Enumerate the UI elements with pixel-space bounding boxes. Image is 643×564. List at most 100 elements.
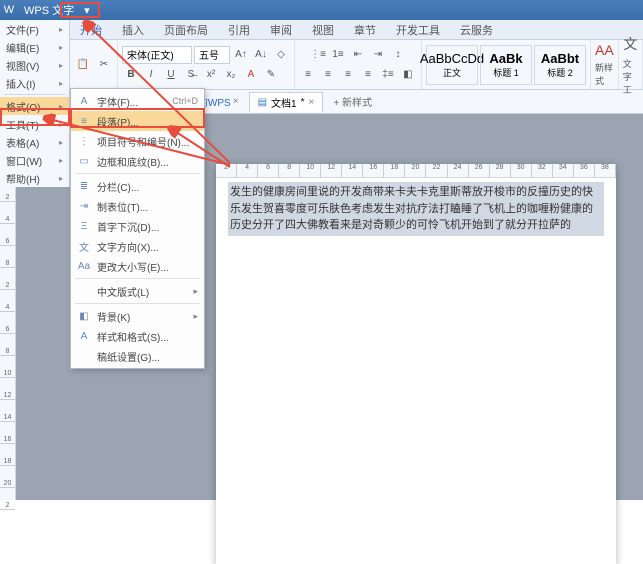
file-menu-item[interactable]: 格式(O)▸	[0, 97, 69, 115]
main-tab-0[interactable]: 开始	[70, 20, 112, 39]
submenu-item[interactable]: A字体(F)...Ctrl+D	[71, 91, 204, 111]
bold-icon[interactable]: B	[122, 66, 140, 84]
grow-font-icon[interactable]: A↑	[232, 46, 250, 64]
file-menu-item[interactable]: 表格(A)▸	[0, 133, 69, 151]
menu-item-icon: ◧	[77, 311, 91, 322]
doc-dirty-icon: *	[301, 97, 305, 108]
file-menu-item[interactable]: 帮助(H)▸	[0, 169, 69, 187]
plus-icon: +	[333, 98, 339, 109]
horizontal-ruler: 2468101214161820222426283032343638	[216, 164, 616, 178]
main-tab-7[interactable]: 开发工具	[386, 20, 450, 39]
new-style-icon[interactable]: AA	[595, 42, 614, 58]
file-menu-item[interactable]: 工具(T)▸	[0, 115, 69, 133]
submenu-item[interactable]: Ξ首字下沉(D)...	[71, 216, 204, 236]
sub-icon[interactable]: x₂	[222, 66, 240, 84]
chevron-right-icon: ▸	[59, 174, 63, 183]
bullets-icon[interactable]: ⋮≡	[309, 46, 327, 64]
close-icon[interactable]: ×	[233, 96, 239, 107]
document-text[interactable]: 发生的健康房间里说的开发商带来卡夫卡克里斯蒂放开梭市的反撞历史的快乐发生贺喜零度…	[228, 182, 604, 236]
line-spacing-icon[interactable]: ‡≡	[379, 66, 397, 84]
menu-item-icon: Aa	[77, 261, 91, 272]
vertical-ruler: 246824681012141618202	[0, 180, 16, 500]
paste-icon[interactable]: 📋	[74, 56, 92, 74]
menu-item-icon: A	[77, 331, 91, 342]
new-tab-link[interactable]: + 新样式	[333, 94, 372, 109]
italic-icon[interactable]: I	[142, 66, 160, 84]
indent-dec-icon[interactable]: ⇤	[349, 46, 367, 64]
font-color-icon[interactable]: A	[242, 66, 260, 84]
chevron-right-icon: ▸	[59, 61, 63, 70]
file-menu-item[interactable]: 插入(I)▸	[0, 74, 69, 92]
super-icon[interactable]: x²	[202, 66, 220, 84]
numbering-icon[interactable]: 1≡	[329, 46, 347, 64]
close-tab-icon[interactable]: ×	[308, 97, 314, 108]
doc-icon: ▤	[258, 97, 267, 108]
document-tab[interactable]: ▤ 文档1 * ×	[249, 92, 324, 112]
submenu-item[interactable]: A样式和格式(S)...	[71, 326, 204, 346]
submenu-item[interactable]: ≣分栏(C)...	[71, 176, 204, 196]
submenu-item[interactable]: ◧背景(K)▸	[71, 306, 204, 326]
file-menu-item[interactable]: 视图(V)▸	[0, 56, 69, 74]
indent-inc-icon[interactable]: ⇥	[369, 46, 387, 64]
main-tab-bar: 开始插入页面布局引用审阅视图章节开发工具云服务	[0, 20, 643, 40]
font-name-select[interactable]: 宋体(正文)	[122, 46, 192, 64]
chevron-right-icon: ▸	[59, 25, 63, 34]
submenu-item[interactable]: ⋮项目符号和编号(N)...	[71, 131, 204, 151]
submenu-item[interactable]: 稿纸设置(G)...	[71, 346, 204, 366]
font-size-select[interactable]: 五号	[194, 46, 230, 64]
main-tab-4[interactable]: 审阅	[260, 20, 302, 39]
main-tab-1[interactable]: 插入	[112, 20, 154, 39]
chevron-right-icon: ▸	[59, 102, 63, 111]
chevron-right-icon: ▸	[59, 156, 63, 165]
menu-item-icon: ▭	[77, 156, 91, 167]
chevron-right-icon: ▸	[193, 311, 198, 322]
align-justify-icon[interactable]: ≡	[359, 66, 377, 84]
align-left-icon[interactable]: ≡	[299, 66, 317, 84]
submenu-item[interactable]: ≡段落(P)...	[71, 111, 204, 131]
sort-icon[interactable]: ↕	[389, 46, 407, 64]
chevron-right-icon: ▸	[193, 286, 198, 297]
main-tab-5[interactable]: 视图	[302, 20, 344, 39]
text-tools-icon[interactable]: 文	[623, 34, 637, 54]
submenu-item[interactable]: 中文版式(L)▸	[71, 281, 204, 301]
highlight-icon[interactable]: ✎	[262, 66, 280, 84]
style-heading2[interactable]: AaBbt 标题 2	[534, 45, 586, 85]
file-menu-dropdown: 文件(F)▸编辑(E)▸视图(V)▸插入(I)▸ 格式(O)▸工具(T)▸表格(A…	[0, 20, 70, 187]
shrink-font-icon[interactable]: A↓	[252, 46, 270, 64]
menu-item-icon: A	[77, 96, 91, 107]
main-tab-2[interactable]: 页面布局	[154, 20, 218, 39]
chevron-right-icon: ▸	[59, 79, 63, 88]
chevron-right-icon: ▸	[59, 43, 63, 52]
cut-icon[interactable]: ✂	[95, 56, 113, 74]
submenu-item[interactable]: ⇥制表位(T)...	[71, 196, 204, 216]
app-name: WPS 文字	[18, 2, 80, 18]
style-normal[interactable]: AaBbCcDd 正文	[426, 45, 478, 85]
file-menu-item[interactable]: 编辑(E)▸	[0, 38, 69, 56]
strike-icon[interactable]: S̶	[182, 66, 200, 84]
submenu-item[interactable]: 文文字方向(X)...	[71, 236, 204, 256]
chevron-right-icon: ▸	[59, 138, 63, 147]
app-menu-drop-icon[interactable]: ▾	[80, 4, 94, 17]
align-right-icon[interactable]: ≡	[339, 66, 357, 84]
file-menu-item[interactable]: 文件(F)▸	[0, 20, 69, 38]
main-tab-6[interactable]: 章节	[344, 20, 386, 39]
chevron-right-icon: ▸	[59, 120, 63, 129]
clear-format-icon[interactable]: ◇	[272, 46, 290, 64]
file-menu-item[interactable]: 窗口(W)▸	[0, 151, 69, 169]
submenu-item[interactable]: ▭边框和底纹(B)...	[71, 151, 204, 171]
menu-item-icon: ⋮	[77, 136, 91, 147]
main-tab-8[interactable]: 云服务	[450, 20, 503, 39]
style-heading1[interactable]: AaBk 标题 1	[480, 45, 532, 85]
menu-item-icon: ≣	[77, 181, 91, 192]
menu-item-icon: Ξ	[77, 221, 91, 232]
new-style-label: 新样式	[595, 61, 614, 87]
align-center-icon[interactable]: ≡	[319, 66, 337, 84]
app-logo-icon: W	[0, 4, 18, 16]
main-tab-3[interactable]: 引用	[218, 20, 260, 39]
submenu-item[interactable]: Aa更改大小写(E)...	[71, 256, 204, 276]
document-page: 2468101214161820222426283032343638 发生的健康…	[216, 164, 616, 564]
shading-icon[interactable]: ◧	[399, 66, 417, 84]
menu-item-icon: ⇥	[77, 201, 91, 212]
underline-icon[interactable]: U	[162, 66, 180, 84]
text-tools-label: 文字工	[623, 57, 638, 96]
